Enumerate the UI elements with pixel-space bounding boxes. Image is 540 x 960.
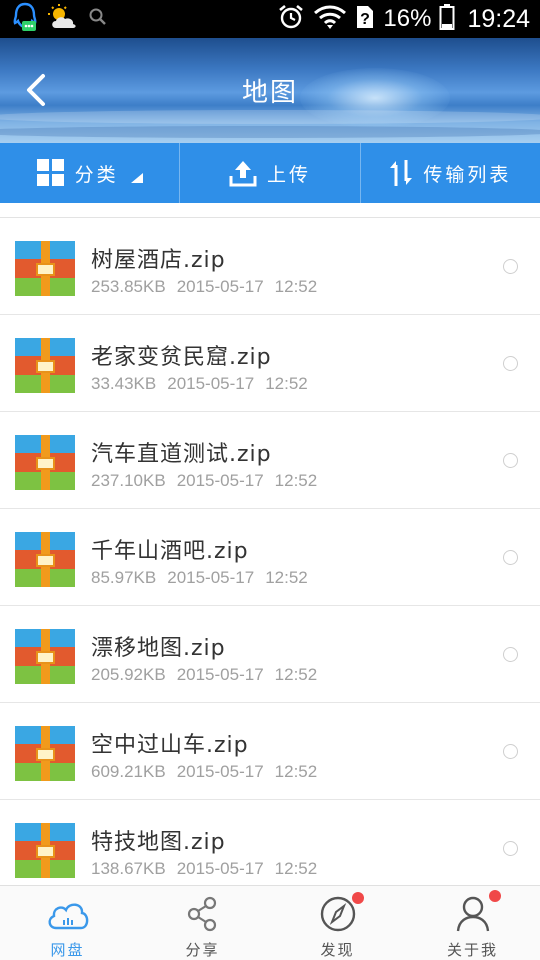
file-name: 汽车直道测试.zip [91,442,272,467]
header-banner: 地图 [0,38,540,143]
transfer-list-label: 传输列表 [423,163,512,186]
select-radio[interactable] [503,259,518,274]
file-time: 12:52 [274,665,318,684]
upload-icon [229,161,257,187]
weather-icon [48,4,78,34]
file-meta: 237.10KB 2015-05-17 12:52 [91,471,317,491]
dropdown-triangle-icon [130,173,143,183]
file-time: 12:52 [265,568,308,587]
notification-badge [351,892,364,904]
clock: 19:24 [467,4,530,33]
status-bar: ? 16% 19:24 [0,0,540,38]
notification-badge [488,890,501,902]
file-meta: 138.67KB 2015-05-17 12:52 [91,859,317,879]
zip-file-icon [15,629,75,684]
sim-missing-icon: ? [355,4,375,34]
file-meta: 85.97KB 2015-05-17 12:52 [91,568,308,588]
nav-item-netdisk[interactable]: 网盘 [0,886,135,960]
page-title: 地图 [241,78,298,108]
nav-item-share[interactable]: 分享 [135,886,270,960]
file-size: 138.67KB [91,859,166,878]
battery-percent: 16% [383,5,432,32]
file-time: 12:52 [274,859,318,878]
select-radio[interactable] [503,744,518,759]
file-name: 特技地图.zip [91,830,226,855]
bottom-navigation: 网盘 分享 发现 关于我 [0,885,540,960]
file-date: 2015-05-17 [176,471,264,490]
file-time: 12:52 [274,762,318,781]
file-row[interactable]: 树屋酒店.zip 253.85KB 2015-05-17 12:52 [0,218,540,315]
file-meta: 205.92KB 2015-05-17 12:52 [91,665,317,685]
wifi-icon [313,4,347,34]
file-row[interactable]: 千年山酒吧.zip 85.97KB 2015-05-17 12:52 [0,509,540,606]
file-size: 33.43KB [91,374,157,393]
file-name: 空中过山车.zip [91,733,249,758]
select-radio[interactable] [503,550,518,565]
file-size: 253.85KB [91,277,166,296]
file-date: 2015-05-17 [176,665,264,684]
alarm-icon [277,3,305,35]
zip-file-icon [15,435,75,490]
file-row[interactable]: 汽车直道测试.zip 237.10KB 2015-05-17 12:52 [0,412,540,509]
file-date: 2015-05-17 [167,374,255,393]
file-date: 2015-05-17 [167,568,255,587]
file-row[interactable]: 漂移地图.zip 205.92KB 2015-05-17 12:52 [0,606,540,703]
file-time: 12:52 [265,374,308,393]
zip-file-icon [15,338,75,393]
zip-file-icon [15,823,75,878]
compass-icon [316,892,364,934]
user-icon [451,890,501,934]
zip-file-icon [15,532,75,587]
file-meta: 253.85KB 2015-05-17 12:52 [91,277,317,297]
battery-icon [439,3,455,35]
nav-item-me[interactable]: 关于我 [405,886,540,960]
select-radio[interactable] [503,647,518,662]
toolbar: 分类 上传 传输列表 [0,143,540,203]
file-list: 树屋酒店.zip 253.85KB 2015-05-17 12:52 老家变贫民窟.zi… [0,203,540,885]
zip-file-icon [15,726,75,781]
nav-label: 分享 [185,941,220,959]
nav-label: 网盘 [50,941,85,959]
category-label: 分类 [74,163,119,186]
svg-text:?: ? [361,11,371,28]
category-button[interactable]: 分类 [0,143,181,203]
select-radio[interactable] [503,841,518,856]
share-icon [181,894,225,934]
file-size: 85.97KB [91,568,157,587]
file-name: 千年山酒吧.zip [91,539,249,564]
file-name: 漂移地图.zip [91,636,226,661]
file-name: 老家变贫民窟.zip [91,345,272,370]
file-size: 609.21KB [91,762,166,781]
file-time: 12:52 [274,471,318,490]
file-date: 2015-05-17 [176,762,264,781]
upload-button[interactable]: 上传 [180,143,361,203]
file-row[interactable]: 特技地图.zip 138.67KB 2015-05-17 12:52 [0,800,540,885]
file-date: 2015-05-17 [176,859,264,878]
zip-file-icon [15,241,75,296]
file-size: 237.10KB [91,471,166,490]
file-row[interactable]: 空中过山车.zip 609.21KB 2015-05-17 12:52 [0,703,540,800]
file-date: 2015-05-17 [176,277,264,296]
search-icon [88,7,108,31]
nav-label: 关于我 [446,941,498,959]
file-meta: 33.43KB 2015-05-17 12:52 [91,374,308,394]
file-size: 205.92KB [91,665,166,684]
transfer-arrows-icon [390,160,413,186]
upload-label: 上传 [266,163,311,186]
qq-notification-icon [12,2,38,36]
select-radio[interactable] [503,356,518,371]
file-row[interactable]: 老家变贫民窟.zip 33.43KB 2015-05-17 12:52 [0,315,540,412]
nav-label: 发现 [320,941,355,959]
grid-icon [36,159,64,186]
select-radio[interactable] [503,453,518,468]
nav-item-discover[interactable]: 发现 [270,886,405,960]
file-meta: 609.21KB 2015-05-17 12:52 [91,762,317,782]
file-name: 树屋酒店.zip [91,248,226,273]
cloud-icon [46,894,90,934]
file-time: 12:52 [274,277,318,296]
transfer-list-button[interactable]: 传输列表 [361,143,540,203]
